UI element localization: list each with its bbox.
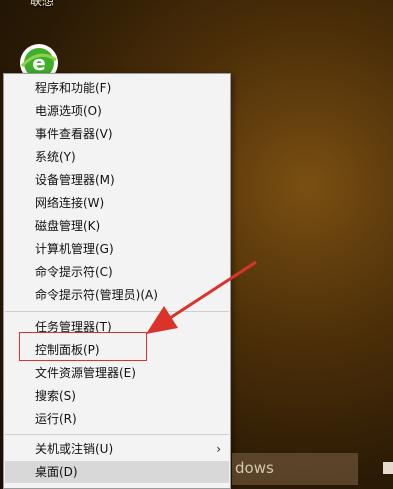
menu-item-programs-features[interactable]: 程序和功能(F) xyxy=(5,77,229,99)
winx-context-menu: 程序和功能(F) 电源选项(O) 事件查看器(V) 系统(Y) 设备管理器(M)… xyxy=(3,73,231,489)
menu-item-label: 计算机管理(G) xyxy=(35,242,114,256)
menu-item-shutdown-signout[interactable]: 关机或注销(U) › xyxy=(5,438,229,460)
chevron-right-icon: › xyxy=(216,442,221,456)
menu-item-label: 运行(R) xyxy=(35,412,77,426)
taskbar-search-box[interactable]: dows xyxy=(232,453,358,485)
menu-item-label: 搜索(S) xyxy=(35,389,76,403)
menu-item-desktop[interactable]: 桌面(D) xyxy=(5,461,229,483)
menu-item-device-manager[interactable]: 设备管理器(M) xyxy=(5,169,229,191)
menu-item-label: 文件资源管理器(E) xyxy=(35,366,136,380)
menu-item-power-options[interactable]: 电源选项(O) xyxy=(5,100,229,122)
menu-item-label: 网络连接(W) xyxy=(35,196,105,210)
menu-item-file-explorer[interactable]: 文件资源管理器(E) xyxy=(5,362,229,384)
menu-separator xyxy=(5,311,229,312)
menu-item-network-connections[interactable]: 网络连接(W) xyxy=(5,192,229,214)
desktop-icon-label[interactable]: 联想 xyxy=(30,0,54,9)
taskbar-folder-icon[interactable] xyxy=(383,462,393,474)
menu-item-run[interactable]: 运行(R) xyxy=(5,408,229,430)
menu-item-label: 程序和功能(F) xyxy=(35,81,112,95)
menu-item-label: 事件查看器(V) xyxy=(35,127,113,141)
menu-item-label: 磁盘管理(K) xyxy=(35,219,101,233)
menu-item-label: 关机或注销(U) xyxy=(35,442,114,456)
menu-item-label: 设备管理器(M) xyxy=(35,173,115,187)
menu-item-label: 命令提示符(管理员)(A) xyxy=(35,288,158,302)
menu-item-label: 电源选项(O) xyxy=(35,104,102,118)
menu-item-search[interactable]: 搜索(S) xyxy=(5,385,229,407)
menu-item-disk-management[interactable]: 磁盘管理(K) xyxy=(5,215,229,237)
menu-item-label: 系统(Y) xyxy=(35,150,76,164)
menu-item-system[interactable]: 系统(Y) xyxy=(5,146,229,168)
menu-separator xyxy=(5,434,229,435)
annotation-highlight-box xyxy=(19,332,147,361)
menu-item-command-prompt-admin[interactable]: 命令提示符(管理员)(A) xyxy=(5,284,229,306)
menu-item-computer-management[interactable]: 计算机管理(G) xyxy=(5,238,229,260)
search-box-text: dows xyxy=(235,459,274,477)
menu-item-event-viewer[interactable]: 事件查看器(V) xyxy=(5,123,229,145)
menu-item-label: 命令提示符(C) xyxy=(35,265,113,279)
menu-item-label: 桌面(D) xyxy=(35,465,78,479)
menu-item-command-prompt[interactable]: 命令提示符(C) xyxy=(5,261,229,283)
